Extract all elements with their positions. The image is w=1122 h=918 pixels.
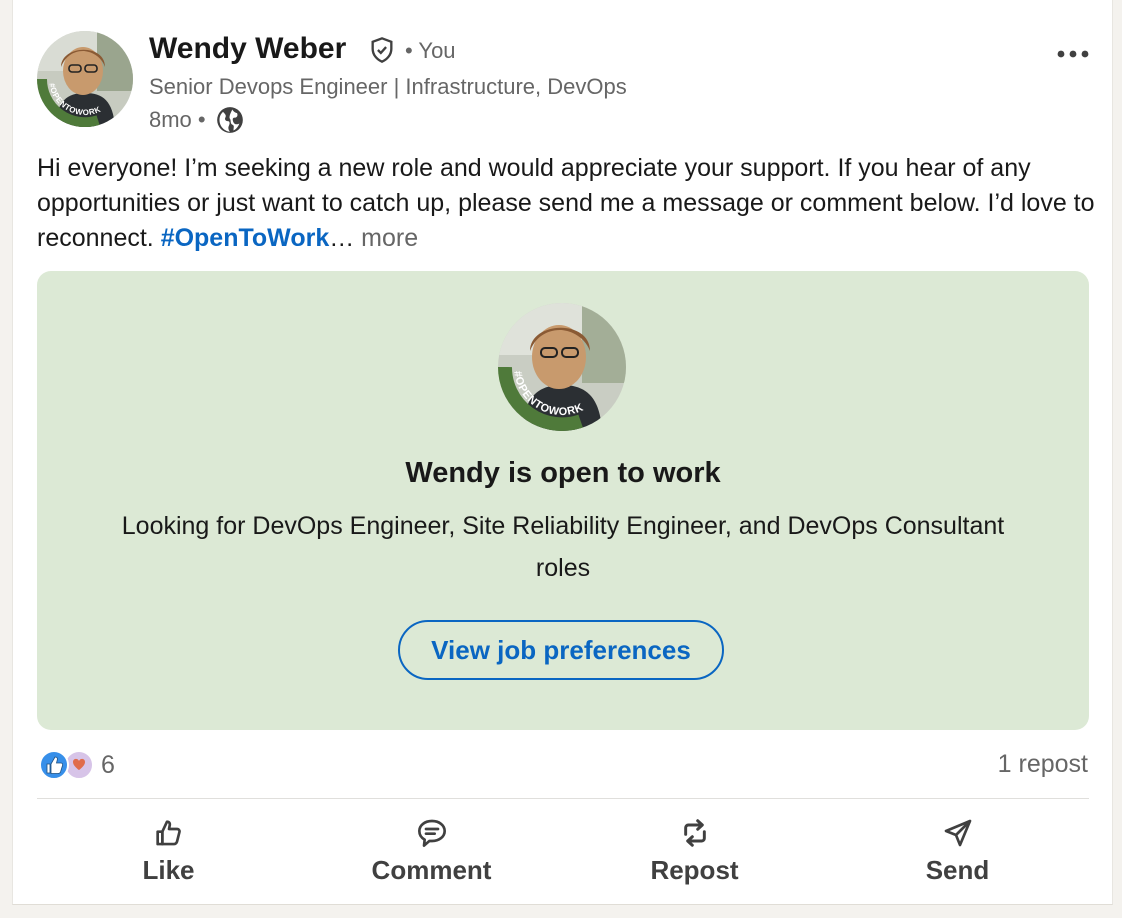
author-avatar[interactable]: #OPENTOWORK xyxy=(37,31,133,127)
author-headline: Senior Devops Engineer | Infrastructure,… xyxy=(149,74,627,99)
open-to-work-title: Wendy is open to work xyxy=(405,457,721,489)
author-relation: • You xyxy=(405,38,456,63)
send-button[interactable]: Send xyxy=(826,806,1089,896)
feed-post-card: #OPENTOWORK Wendy Weber • You Senior Dev… xyxy=(12,0,1113,905)
verified-shield-icon xyxy=(371,37,393,63)
otw-avatar-photo: #OPENTOWORK xyxy=(498,303,626,431)
open-to-work-card: #OPENTOWORK Wendy is open to work Lookin… xyxy=(37,271,1089,730)
open-to-work-description: Looking for DevOps Engineer, Site Reliab… xyxy=(121,512,1005,582)
author-name[interactable]: Wendy Weber xyxy=(149,32,346,66)
avatar-photo: #OPENTOWORK xyxy=(37,31,133,127)
repost-label: Repost xyxy=(650,854,739,885)
reaction-count: 6 xyxy=(101,750,115,779)
comment-bubble-icon xyxy=(417,819,446,847)
actions-divider xyxy=(37,798,1089,799)
comment-button[interactable]: Comment xyxy=(300,806,563,896)
send-plane-icon xyxy=(944,819,971,846)
reaction-icons xyxy=(39,750,94,780)
repost-button[interactable]: Repost xyxy=(563,806,826,896)
post-text: Hi everyone! I’m seeking a new role and … xyxy=(37,151,1097,256)
post-meta: 8mo • xyxy=(149,106,244,134)
ellipsis: … xyxy=(329,224,355,252)
thumbs-up-icon xyxy=(155,819,181,845)
repost-arrows-icon xyxy=(683,818,706,847)
view-job-preferences-button[interactable]: View job preferences xyxy=(398,620,724,680)
comment-label: Comment xyxy=(371,854,492,885)
reactions-summary[interactable]: 6 xyxy=(37,748,115,782)
hashtag-link[interactable]: #OpenToWork xyxy=(161,224,330,252)
open-to-work-avatar[interactable]: #OPENTOWORK xyxy=(498,303,626,431)
globe-icon xyxy=(216,107,243,133)
post-time: 8mo • xyxy=(149,107,206,132)
like-label: Like xyxy=(142,854,195,885)
post-action-bar: Like Comment Repost Send xyxy=(37,806,1089,896)
repost-count[interactable]: 1 repost xyxy=(998,750,1088,779)
send-label: Send xyxy=(925,854,990,885)
more-options-icon[interactable] xyxy=(1053,42,1093,66)
like-button[interactable]: Like xyxy=(37,806,300,896)
see-more-link[interactable]: more xyxy=(361,224,418,252)
